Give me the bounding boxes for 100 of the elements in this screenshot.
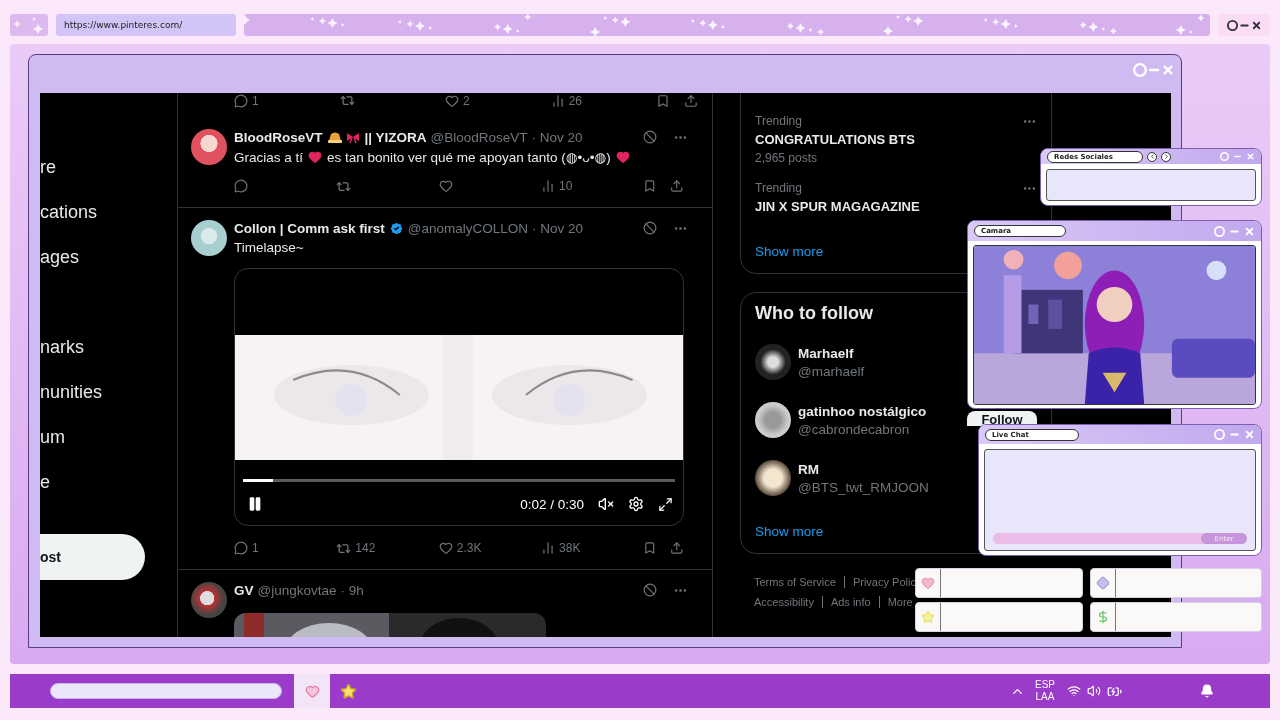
avatar[interactable] xyxy=(755,344,791,380)
footer-link[interactable]: More xyxy=(887,596,913,608)
reply-count: 1 xyxy=(252,541,259,555)
heart-icon xyxy=(921,576,935,590)
share-icon[interactable] xyxy=(670,541,684,555)
video-player[interactable]: 0:02 / 0:30 xyxy=(234,268,684,526)
nav-item[interactable]: nunities xyxy=(40,370,177,415)
reply-icon[interactable] xyxy=(234,93,248,108)
nav-item[interactable]: re xyxy=(40,145,177,190)
avatar[interactable] xyxy=(191,220,227,256)
trend-label: Trending xyxy=(755,181,803,195)
star-icon[interactable] xyxy=(339,682,357,700)
show-more-link[interactable]: Show more xyxy=(755,244,824,259)
display-name-suffix: || YIZORA xyxy=(364,129,427,145)
follow-button[interactable]: Follow xyxy=(967,411,1037,426)
card-title: Who to follow xyxy=(755,303,874,324)
account-name[interactable]: RM xyxy=(798,461,819,477)
post-time[interactable]: · 9h xyxy=(340,582,364,598)
heart-icon xyxy=(308,150,323,164)
user-handle[interactable]: @anomalyCOLLON xyxy=(407,220,529,236)
reply-count: 1 xyxy=(252,93,259,108)
views-icon[interactable] xyxy=(550,93,565,108)
views-icon[interactable] xyxy=(541,179,556,193)
forward-button[interactable] xyxy=(1161,151,1171,162)
bookmark-icon[interactable] xyxy=(643,179,657,193)
account-name[interactable]: Marhaelf xyxy=(798,345,854,361)
show-more-link[interactable]: Show more xyxy=(755,524,824,539)
grok-icon[interactable] xyxy=(643,583,657,597)
avatar[interactable] xyxy=(755,402,791,438)
like-icon[interactable] xyxy=(438,541,453,555)
video-time: 0:02 / 0:30 xyxy=(520,496,584,512)
dollar-icon xyxy=(1096,610,1110,624)
progress-track[interactable] xyxy=(243,479,675,482)
grok-icon[interactable] xyxy=(643,221,657,235)
bookmark-icon[interactable] xyxy=(656,93,671,108)
sparkle-tile xyxy=(10,14,48,36)
nav-item[interactable]: narks xyxy=(40,325,177,370)
avatar[interactable] xyxy=(191,129,227,165)
bookmark-icon[interactable] xyxy=(643,541,657,555)
avatar[interactable] xyxy=(191,582,227,618)
avatar[interactable] xyxy=(755,460,791,496)
footer-link[interactable]: Terms of Service xyxy=(754,576,836,588)
account-handle[interactable]: @BTS_twt_RMJOON xyxy=(798,479,929,495)
post-time[interactable]: · Nov 20 xyxy=(532,220,584,236)
reply-icon[interactable] xyxy=(234,179,248,193)
share-icon[interactable] xyxy=(670,179,684,193)
url-field[interactable]: https://www.pinteres.com/ xyxy=(56,14,236,36)
star-icon xyxy=(921,610,935,624)
language-label[interactable]: ESP xyxy=(1035,679,1055,691)
nav-item[interactable]: ages xyxy=(40,235,177,280)
user-handle[interactable]: @jungkovtae xyxy=(257,582,337,598)
nav-item[interactable]: um xyxy=(40,415,177,460)
fullscreen-icon[interactable] xyxy=(658,496,673,512)
like-count: 2 xyxy=(463,93,470,108)
user-handle[interactable]: @BloodRoseVT xyxy=(430,129,528,145)
grok-icon[interactable] xyxy=(643,130,657,144)
restore-icon[interactable] xyxy=(1226,19,1238,31)
mute-icon[interactable] xyxy=(598,496,614,512)
view-count: 26 xyxy=(568,93,582,108)
search-field[interactable] xyxy=(50,683,282,699)
display-name[interactable]: GV xyxy=(234,582,254,598)
heart-icon xyxy=(615,150,630,164)
settings-icon[interactable] xyxy=(628,496,644,512)
repost-icon[interactable] xyxy=(339,93,355,108)
post-time[interactable]: · Nov 20 xyxy=(531,129,583,145)
post-button[interactable]: ost xyxy=(40,534,145,580)
display-name[interactable]: Collon | Comm ask first xyxy=(234,220,385,236)
nav-item[interactable]: cations xyxy=(40,190,177,235)
display-name[interactable]: BloodRoseVT xyxy=(234,129,323,145)
post-text: es tan bonito ver qué me apoyan tanto (◍•ᴗ•◍) xyxy=(327,149,611,165)
share-icon[interactable] xyxy=(684,93,698,108)
footer-link[interactable]: Ads info xyxy=(830,596,871,608)
account-name[interactable]: gatinhoo nostálgico xyxy=(798,403,927,419)
like-icon[interactable] xyxy=(438,179,453,193)
bell-icon[interactable] xyxy=(1200,684,1214,698)
back-button[interactable] xyxy=(1147,151,1157,162)
post-text: Gracias a tí xyxy=(234,149,304,165)
reply-icon[interactable] xyxy=(234,541,248,555)
post-text: Timelapse~ xyxy=(234,240,304,255)
trend-title[interactable]: CONGRATULATIONS BTS xyxy=(755,132,915,147)
view-count: 10 xyxy=(559,179,573,193)
close-icon[interactable] xyxy=(1250,19,1262,31)
account-handle[interactable]: @cabrondecabron xyxy=(798,421,910,437)
pause-button[interactable] xyxy=(247,496,263,512)
wifi-icon[interactable] xyxy=(1067,684,1081,698)
account-handle[interactable]: @marhaelf xyxy=(798,363,865,379)
trend-title[interactable]: JIN X SPUR MAGAGAZINE xyxy=(755,199,920,214)
views-icon[interactable] xyxy=(541,541,556,555)
like-count: 2.3K xyxy=(456,541,482,555)
language-label[interactable]: LAA xyxy=(1035,691,1055,703)
repost-count: 142 xyxy=(355,541,376,555)
footer-link[interactable]: Privacy Polic xyxy=(852,576,916,588)
volume-icon[interactable] xyxy=(1087,684,1101,698)
trend-label: Trending xyxy=(755,114,803,128)
nav-item[interactable]: e xyxy=(40,460,177,505)
footer-link[interactable]: Accessibility xyxy=(754,596,814,608)
like-icon[interactable] xyxy=(445,93,460,108)
trend-post-count: 2,965 posts xyxy=(755,151,819,165)
heart-icon xyxy=(304,683,320,699)
chevron-left-icon xyxy=(1148,153,1156,160)
